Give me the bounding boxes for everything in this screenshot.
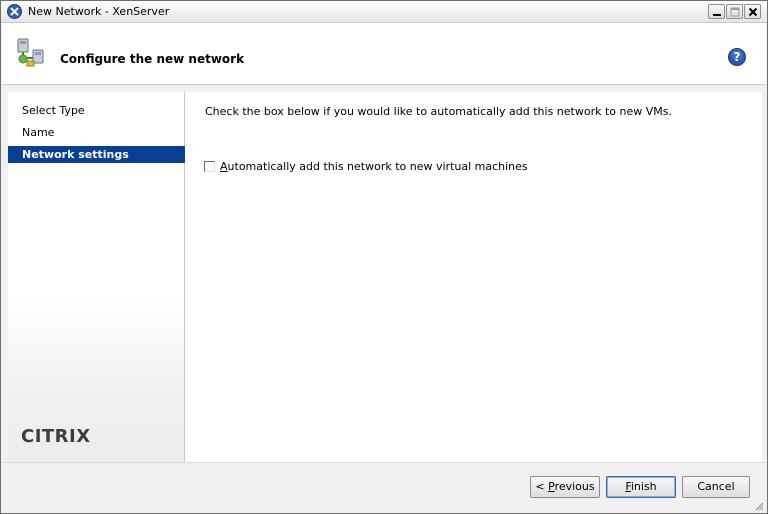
citrix-logo: CITRIX (21, 426, 91, 447)
resize-grip-icon[interactable] (754, 501, 764, 511)
xenserver-app-icon (7, 4, 22, 19)
step-label: Select Type (22, 104, 85, 117)
wizard-footer: < Previous Finish Cancel (2, 462, 766, 513)
svg-text:?: ? (734, 50, 741, 64)
new-network-dialog: New Network - XenServer Configure the ne… (0, 0, 768, 514)
maximize-icon (730, 7, 740, 17)
close-icon (748, 7, 758, 17)
maximize-button[interactable] (726, 4, 743, 19)
cancel-button[interactable]: Cancel (682, 476, 750, 498)
citrix-logo-text: CITRIX (21, 426, 91, 447)
previous-prefix: < (535, 480, 549, 493)
previous-button[interactable]: < Previous (530, 476, 600, 498)
wizard-content: Check the box below if you would like to… (185, 92, 762, 462)
finish-label: inish (630, 480, 657, 493)
step-label: Network settings (22, 148, 129, 161)
checkbox-label-text: utomatically add this network to new vir… (227, 160, 528, 173)
page-title: Configure the new network (60, 52, 245, 66)
minimize-button[interactable] (708, 4, 725, 19)
close-button[interactable] (744, 4, 761, 19)
title-bar[interactable]: New Network - XenServer (1, 1, 767, 23)
step-network-settings[interactable]: Network settings (8, 146, 185, 163)
mnemonic-letter: A (220, 160, 228, 173)
previous-label: revious (554, 480, 595, 493)
instruction-text: Check the box below if you would like to… (205, 105, 672, 118)
minimize-icon (713, 14, 721, 16)
window-title: New Network - XenServer (28, 5, 170, 18)
network-wizard-icon (17, 38, 44, 67)
wizard-header: Configure the new network ? (2, 23, 766, 85)
step-select-type[interactable]: Select Type (8, 102, 185, 119)
help-icon[interactable]: ? (728, 48, 746, 66)
finish-button[interactable]: Finish (606, 476, 676, 498)
wizard-steps-sidebar: Select Type Name Network settings CITRIX (8, 92, 185, 462)
step-label: Name (22, 126, 55, 139)
auto-add-network-checkbox[interactable] (204, 161, 215, 172)
cancel-label: Cancel (697, 480, 735, 493)
step-name[interactable]: Name (8, 124, 185, 141)
auto-add-network-label[interactable]: Automatically add this network to new vi… (220, 160, 528, 173)
